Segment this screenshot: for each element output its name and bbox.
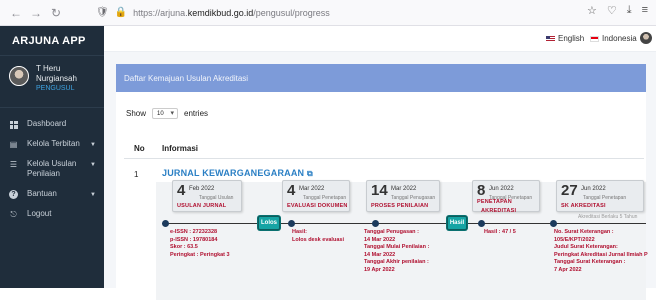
row-number: 1: [134, 170, 139, 179]
lang-english[interactable]: English: [546, 34, 584, 43]
pocket-icon[interactable]: ♡: [607, 4, 617, 17]
info-penetapan: Hasil : 47 / 5: [484, 229, 516, 235]
reload-icon[interactable]: ↻: [46, 3, 66, 23]
back-icon[interactable]: ←: [6, 3, 26, 23]
step-proses-penilaian: 14 Mar 2022 Tanggal Penugasan PROSES PEN…: [366, 180, 440, 212]
sidebar-item-bantuan[interactable]: ? Bantuan ▼: [0, 184, 104, 204]
status-badge-lolos: Lolos: [258, 216, 280, 230]
timeline-dot: [478, 220, 485, 227]
table-icon: ▤: [9, 139, 18, 149]
step-evaluasi-dokumen: 4 Mar 2022 Tanggal Penetapan EVALUASI DO…: [282, 180, 350, 212]
menu-icon[interactable]: ≡: [642, 4, 648, 17]
chevron-down-icon: ▼: [90, 162, 96, 168]
us-flag-icon: [546, 35, 555, 42]
timeline-dot: [288, 220, 295, 227]
divider: [124, 158, 644, 159]
info-evaluasi: Hasil: Lolos desk evaluasi: [292, 229, 344, 243]
external-link-icon: ⧉: [306, 169, 313, 178]
card-header: Daftar Kemajuan Usulan Akreditasi: [116, 64, 646, 92]
chevron-down-icon: ▼: [90, 142, 96, 148]
user-avatar[interactable]: [640, 32, 652, 44]
logout-icon: ⎋: [10, 209, 17, 219]
main-content: Daftar Kemajuan Usulan Akreditasi Show 1…: [104, 52, 656, 300]
sidebar-item-kelola-usulan[interactable]: ☰ Kelola Usulan Penilaian ▼: [0, 154, 104, 184]
lock-icon[interactable]: 🔒: [115, 7, 127, 18]
indonesia-flag-icon: [590, 35, 599, 42]
top-navbar: English Indonesia: [104, 26, 656, 52]
bookmark-star-icon[interactable]: ☆: [587, 4, 597, 17]
sidebar-item-dashboard[interactable]: Dashboard: [0, 114, 104, 134]
status-badge-hasil: Hasil: [447, 216, 467, 230]
user-name-line1: T Heru: [36, 64, 61, 73]
info-usulan: e-ISSN : 27232328 p-ISSN : 19780184 Skor…: [170, 229, 230, 258]
shield-icon[interactable]: 🛡: [96, 7, 109, 18]
sidebar: ARJUNA APP T Heru Nurgiansah PENGUSUL Da…: [0, 26, 104, 288]
info-penilaian: Tanggal Penugasan : 14 Mar 2022 Tanggal …: [364, 229, 430, 273]
entries-control: Show 10 entries: [126, 108, 208, 119]
user-panel: T Heru Nurgiansah PENGUSUL: [0, 56, 104, 108]
browser-toolbar: ← → ↻ 🛡 🔒 https://arjuna.kemdikbud.go.id…: [0, 0, 656, 26]
validity-note: Akreditasi Berlaku 5 Tahun: [578, 214, 638, 220]
avatar: [9, 66, 29, 86]
sidebar-item-logout[interactable]: ⎋ Logout: [0, 204, 104, 224]
sidebar-item-kelola-terbitan[interactable]: ▤ Kelola Terbitan ▼: [0, 134, 104, 154]
entries-select[interactable]: 10: [152, 108, 179, 119]
app-brand[interactable]: ARJUNA APP: [0, 26, 104, 56]
step-usulan-jurnal: 4 Feb 2022 Tanggal Usulan USULAN JURNAL: [172, 180, 242, 212]
journal-title-link[interactable]: JURNAL KEWARGANEGARAAN ⧉: [162, 168, 313, 179]
timeline-dot: [162, 220, 169, 227]
user-name-line2: Nurgiansah: [36, 74, 77, 83]
chevron-down-icon: ▼: [90, 192, 96, 198]
download-icon[interactable]: ⤓: [627, 4, 632, 17]
url-text[interactable]: https://arjuna.kemdikbud.go.id/pengusul/…: [133, 8, 330, 18]
col-header-no[interactable]: No: [134, 144, 145, 153]
user-role: PENGUSUL: [36, 85, 75, 92]
list-icon: ☰: [9, 159, 18, 169]
timeline-dot: [372, 220, 379, 227]
question-icon: ?: [9, 190, 18, 199]
step-penetapan-akreditasi: 8 Jun 2022 Tanggal Penetapan PENETAPAN A…: [472, 180, 540, 214]
dashboard-icon: [9, 120, 18, 129]
col-header-informasi[interactable]: Informasi: [162, 144, 198, 153]
address-bar[interactable]: 🛡 🔒 https://arjuna.kemdikbud.go.id/pengu…: [96, 3, 616, 23]
info-sk: No. Surat Keterangan : 105/E/KPT/2022 Ju…: [554, 229, 648, 273]
timeline-dot: [550, 220, 557, 227]
forward-icon[interactable]: →: [26, 3, 46, 23]
timeline-line: [162, 223, 646, 224]
lang-indonesia[interactable]: Indonesia: [590, 34, 637, 43]
step-sk-akreditasi: 27 Jun 2022 Tanggal Penetapan SK AKREDIT…: [556, 180, 644, 212]
